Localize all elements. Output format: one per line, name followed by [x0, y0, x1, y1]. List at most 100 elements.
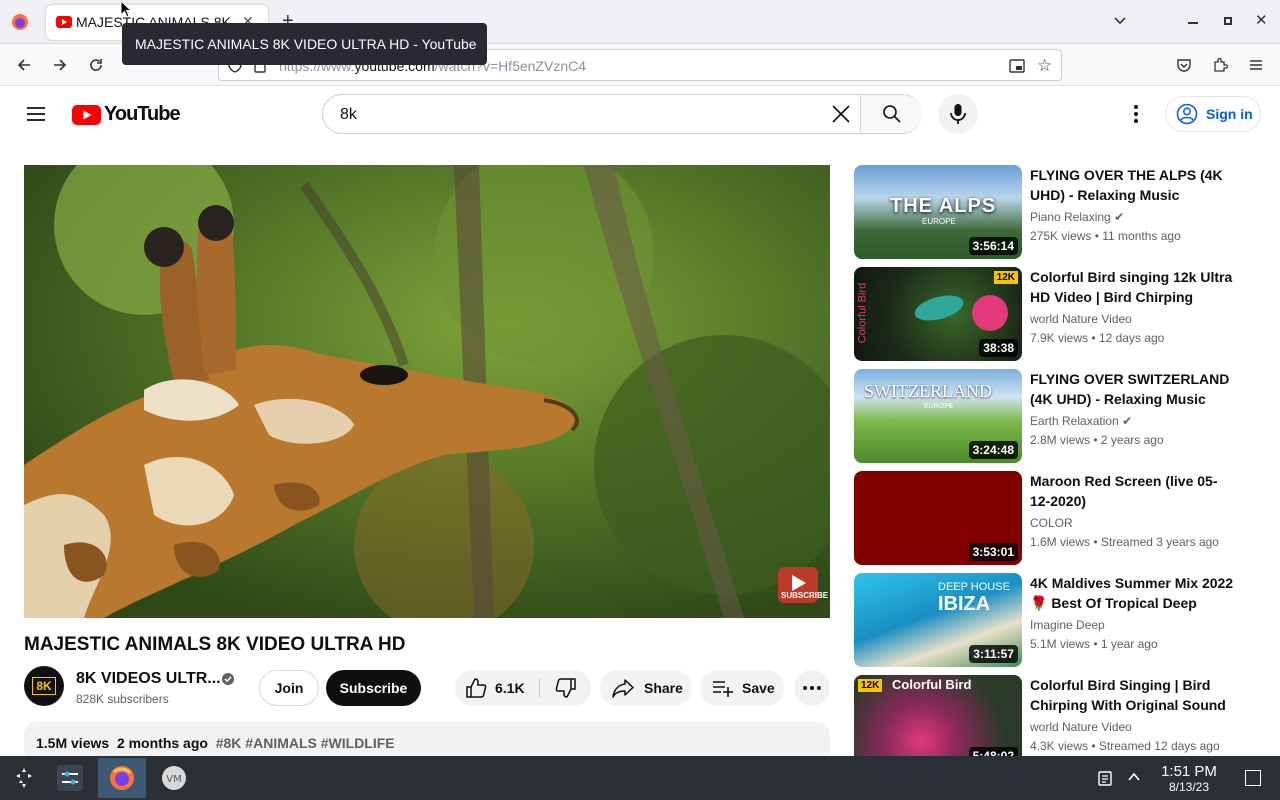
recommendation-meta: 5.1M views • 1 year ago: [1030, 637, 1158, 651]
taskbar: VM 1:51 PM 8/13/23: [0, 756, 1280, 800]
youtube-header: YouTube 8k Sign in: [0, 86, 1280, 142]
thumbnail-badge: 12K: [993, 271, 1018, 284]
recommendation-title[interactable]: FLYING OVER THE ALPS (4K UHD) - Relaxing…: [1030, 165, 1234, 205]
maximize-icon[interactable]: [1224, 17, 1232, 25]
view-count: 1.5M views: [36, 735, 110, 751]
recommendation-thumbnail[interactable]: 3:53:01: [854, 471, 1022, 565]
clipboard-icon[interactable]: [1098, 770, 1112, 791]
taskbar-firefox[interactable]: [98, 758, 146, 798]
settings-kebab-icon[interactable]: [1126, 102, 1146, 131]
bookmark-star-icon[interactable]: ☆: [1037, 56, 1052, 76]
video-player[interactable]: SUBSCRIBE: [24, 165, 830, 618]
recommendation-item[interactable]: THE ALPS EUROPE 3:56:14 FLYING OVER THE …: [854, 165, 1234, 259]
minimize-icon[interactable]: [1188, 14, 1198, 24]
share-icon: [612, 679, 634, 698]
firefox-icon: [110, 766, 134, 790]
recommendation-channel[interactable]: Imagine Deep: [1030, 618, 1105, 632]
verified-badge-icon: ✔: [1114, 210, 1125, 224]
sign-in-label: Sign in: [1206, 106, 1253, 122]
recommendation-item[interactable]: SWITZERLAND EUROPE 3:24:48 FLYING OVER S…: [854, 369, 1234, 463]
recommendation-meta: 275K views • 11 months ago: [1030, 229, 1181, 243]
show-desktop-icon[interactable]: [1245, 770, 1261, 786]
thumbnail-subtext: EUROPE: [922, 217, 956, 226]
tab-list-icon[interactable]: [1112, 12, 1128, 33]
recommendation-thumbnail[interactable]: THE ALPS EUROPE 3:56:14: [854, 165, 1022, 259]
account-icon: [1176, 103, 1198, 125]
guide-menu-icon[interactable]: [24, 102, 48, 131]
thumbnail-badge: 12K: [858, 679, 883, 692]
youtube-logo[interactable]: YouTube: [72, 103, 181, 126]
forward-icon[interactable]: [48, 53, 72, 77]
back-icon[interactable]: [12, 53, 36, 77]
subscriber-count: 828K subscribers: [76, 692, 169, 706]
hashtags[interactable]: #8K #ANIMALS #WILDLIFE: [216, 735, 395, 751]
vm-icon: VM: [162, 766, 186, 790]
search-button[interactable]: [861, 95, 922, 133]
recommendation-title[interactable]: Maroon Red Screen (live 05-12-2020): [1030, 471, 1234, 511]
recommendation-channel[interactable]: world Nature Video: [1030, 312, 1132, 326]
video-frame-giraffe: [24, 165, 830, 618]
recommendation-title[interactable]: 4K Maldives Summer Mix 2022 🌹 Best Of Tr…: [1030, 573, 1234, 613]
subscribe-button[interactable]: Subscribe: [326, 670, 421, 706]
more-actions-button[interactable]: [794, 670, 830, 706]
video-title: MAJESTIC ANIMALS 8K VIDEO ULTRA HD: [24, 634, 406, 655]
search-box[interactable]: 8k: [322, 94, 922, 134]
dislike-button[interactable]: [540, 670, 591, 706]
recommendation-title[interactable]: FLYING OVER SWITZERLAND (4K UHD) - Relax…: [1030, 369, 1234, 409]
channel-avatar-text: 8K: [32, 677, 56, 695]
recommendation-thumbnail[interactable]: 12K Colorful Bird 38:38: [854, 267, 1022, 361]
mouse-cursor-icon: [120, 0, 133, 23]
verified-badge-icon: [221, 672, 235, 691]
sign-in-button[interactable]: Sign in: [1165, 96, 1261, 132]
voice-search-button[interactable]: [938, 94, 978, 134]
recommendation-title[interactable]: Colorful Bird singing 12k Ultra HD Video…: [1030, 267, 1234, 307]
search-input[interactable]: 8k: [340, 106, 357, 124]
recommendation-channel[interactable]: Earth Relaxation ✔: [1030, 414, 1132, 428]
hummingbird-shape: [912, 290, 966, 326]
system-tray-expand-icon[interactable]: [1127, 770, 1141, 789]
thumbnail-text: THE ALPS: [890, 195, 997, 217]
recommendation-item[interactable]: 12K Colorful Bird 5:48:02 Colorful Bird …: [854, 675, 1234, 769]
picture-in-picture-icon[interactable]: [1009, 58, 1025, 79]
close-window-icon[interactable]: ✕: [1255, 11, 1268, 29]
clock-date: 8/13/23: [1168, 780, 1210, 794]
extensions-icon[interactable]: [1208, 53, 1232, 77]
taskbar-virt-manager[interactable]: VM: [150, 758, 198, 798]
recommendation-thumbnail[interactable]: SWITZERLAND EUROPE 3:24:48: [854, 369, 1022, 463]
recommendation-channel[interactable]: world Nature Video: [1030, 720, 1132, 734]
launcher-icon: [16, 768, 32, 788]
recommendation-thumbnail[interactable]: 12K Colorful Bird 5:48:02: [854, 675, 1022, 769]
recommendation-channel[interactable]: Piano Relaxing ✔: [1030, 210, 1124, 224]
join-label: Join: [274, 680, 304, 696]
tab-tooltip: MAJESTIC ANIMALS 8K VIDEO ULTRA HD - You…: [122, 23, 487, 65]
video-duration: 3:56:14: [968, 237, 1018, 255]
taskbar-settings-app[interactable]: [46, 758, 94, 798]
like-dislike-group: 6.1K: [455, 670, 591, 706]
video-duration: 3:24:48: [968, 441, 1018, 459]
firefox-view-icon[interactable]: [10, 12, 30, 32]
share-button[interactable]: Share: [600, 670, 692, 706]
recommendation-item[interactable]: DEEP HOUSE IBIZA 3:11:57 4K Maldives Sum…: [854, 573, 1234, 667]
app-launcher-button[interactable]: [0, 758, 48, 798]
youtube-favicon-icon: [56, 15, 72, 33]
flower-shape: [972, 295, 1008, 331]
save-button[interactable]: Save: [700, 670, 784, 706]
reload-icon[interactable]: [84, 53, 108, 77]
recommendation-channel[interactable]: COLOR: [1030, 516, 1073, 530]
app-menu-icon[interactable]: [1244, 53, 1268, 77]
recommendation-title[interactable]: Colorful Bird Singing | Bird Chirping Wi…: [1030, 675, 1234, 715]
pocket-icon[interactable]: [1172, 53, 1196, 77]
recommendation-meta: 2.8M views • 2 years ago: [1030, 433, 1164, 447]
clear-search-icon[interactable]: [831, 104, 851, 129]
recommendation-item[interactable]: 3:53:01 Maroon Red Screen (live 05-12-20…: [854, 471, 1234, 565]
save-label: Save: [742, 680, 775, 696]
recommendation-thumbnail[interactable]: DEEP HOUSE IBIZA 3:11:57: [854, 573, 1022, 667]
channel-avatar[interactable]: 8K: [24, 666, 64, 706]
settings-sliders-icon: [57, 765, 83, 791]
recommendation-meta: 1.6M views • Streamed 3 years ago: [1030, 535, 1219, 549]
channel-name[interactable]: 8K VIDEOS ULTR...: [76, 670, 221, 688]
join-button[interactable]: Join: [259, 670, 319, 706]
like-button[interactable]: 6.1K: [455, 670, 539, 706]
recommendation-item[interactable]: 12K Colorful Bird 38:38 Colorful Bird si…: [854, 267, 1234, 361]
taskbar-clock[interactable]: 1:51 PM 8/13/23: [1152, 763, 1226, 794]
